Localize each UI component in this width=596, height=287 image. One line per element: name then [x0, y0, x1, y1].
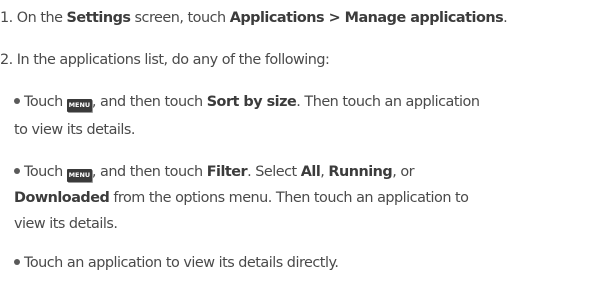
bullet-2-line-2: Downloaded from the options menu. Then t…: [14, 188, 469, 208]
bullet-2-touch: Touch: [24, 164, 67, 180]
bullet-dot-icon: [14, 168, 20, 174]
step-1-prefix: 1. On the: [0, 10, 67, 26]
step-1-mid: screen, touch: [130, 10, 230, 26]
all-option: All: [300, 164, 321, 180]
bullet-2-line-1: Touch MENU, and then touch Filter. Selec…: [14, 162, 415, 182]
bullet-2-or: , or: [392, 164, 415, 180]
bullet-2-and-touch: , and then touch: [91, 164, 207, 180]
settings-screen-name: Settings: [66, 10, 131, 26]
bullet-1-touch: Touch: [24, 94, 67, 110]
downloaded-option: Downloaded: [14, 190, 110, 206]
bullet-1-line-2: to view its details.: [14, 120, 135, 140]
step-2-line: 2. In the applications list, do any of t…: [0, 50, 330, 70]
bullet-dot-icon: [14, 259, 20, 265]
menu-key-icon: MENU: [66, 99, 92, 112]
bullet-1-and-touch: , and then touch: [91, 94, 207, 110]
bullet-1-rest: . Then touch an application: [296, 94, 480, 110]
step-1-line: 1. On the Settings screen, touch Applica…: [0, 8, 508, 28]
bullet-2-select: . Select: [247, 164, 301, 180]
bullet-3-text: Touch an application to view its details…: [24, 255, 339, 271]
applications-path: Applications > Manage applications: [229, 10, 504, 26]
menu-key-icon: MENU: [66, 169, 92, 182]
bullet-dot-icon: [14, 98, 20, 104]
step-2-text: 2. In the applications list, do any of t…: [0, 52, 330, 68]
bullet-3-line: Touch an application to view its details…: [14, 253, 339, 273]
bullet-2-line-2-rest: from the options menu. Then touch an app…: [109, 190, 469, 206]
bullet-1-line-1: Touch MENU, and then touch Sort by size.…: [14, 92, 480, 112]
bullet-1-line-2-text: to view its details.: [14, 122, 135, 138]
bullet-2-line-3-text: view its details.: [14, 216, 118, 232]
step-1-end: .: [503, 10, 508, 26]
sort-by-size-option: Sort by size: [206, 94, 297, 110]
filter-option: Filter: [206, 164, 248, 180]
bullet-2-line-3: view its details.: [14, 214, 118, 234]
running-option: Running: [328, 164, 393, 180]
